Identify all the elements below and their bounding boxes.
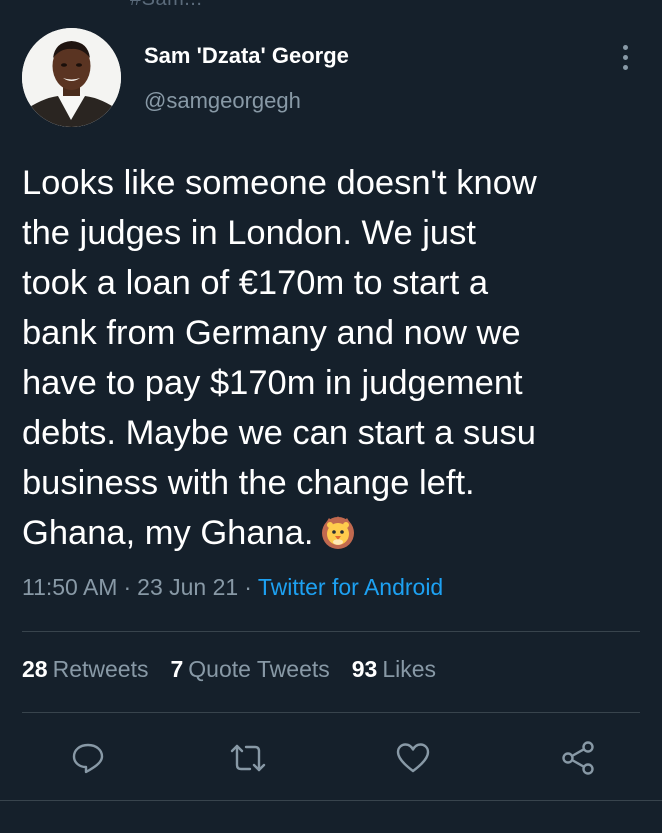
tweet-text-line: Ghana, my Ghana.	[22, 514, 314, 552]
share-button[interactable]	[556, 735, 600, 781]
tweet-source-link[interactable]: Twitter for Android	[258, 574, 443, 600]
divider	[22, 712, 640, 713]
retweets-label: Retweets	[52, 656, 149, 682]
likes-stat[interactable]: 93 Likes	[352, 656, 436, 683]
tweet-date[interactable]: 23 Jun 21	[137, 574, 238, 600]
avatar[interactable]	[22, 28, 121, 127]
tweet-time: 11:50 AM	[22, 574, 118, 600]
tweet-text-last-line: Ghana, my Ghana.	[22, 508, 647, 564]
like-icon	[396, 743, 430, 773]
author-handle[interactable]: @samgeorgegh	[144, 88, 301, 114]
more-dot-icon	[622, 44, 628, 50]
previous-content-text: #Sam...	[130, 0, 202, 11]
divider	[22, 631, 640, 632]
quote-tweets-stat[interactable]: 7 Quote Tweets	[170, 656, 329, 683]
share-icon	[562, 741, 594, 775]
tweet-text-line: business with the change left.	[22, 464, 475, 502]
retweet-button[interactable]	[226, 735, 270, 781]
divider	[0, 800, 662, 801]
retweet-icon	[230, 744, 266, 772]
tweet-text-line: took a loan of €170m to start a	[22, 264, 489, 302]
previous-content-fade: #Sam...	[0, 0, 662, 14]
reply-icon	[72, 743, 104, 774]
more-dot-icon	[622, 54, 628, 60]
meta-separator: ·	[244, 574, 252, 600]
more-options-button[interactable]	[612, 40, 638, 74]
quote-tweets-count: 7	[170, 656, 184, 682]
like-button[interactable]	[391, 735, 435, 781]
tweet-text-line: Looks like someone doesn't know	[22, 164, 537, 202]
tweet-text-line: the judges in London. We just	[22, 214, 476, 252]
tweet-text-line: debts. Maybe we can start a susu	[22, 414, 536, 452]
meta-separator: ·	[123, 574, 132, 600]
more-dot-icon	[622, 64, 628, 70]
lion-face-icon	[320, 514, 356, 564]
tweet-text-line: bank from Germany and now we	[22, 314, 521, 352]
author-display-name[interactable]: Sam 'Dzata' George	[144, 43, 349, 69]
tweet-meta: 11:50 AM · 23 Jun 21 · Twitter for Android	[22, 574, 443, 601]
tweet-text: Looks like someone doesn't know the judg…	[22, 158, 647, 564]
retweets-stat[interactable]: 28 Retweets	[22, 656, 148, 683]
retweets-count: 28	[22, 656, 48, 682]
likes-count: 93	[351, 656, 378, 682]
likes-label: Likes	[382, 656, 437, 682]
reply-button[interactable]	[66, 735, 110, 781]
tweet-text-line: have to pay $170m in judgement	[22, 364, 523, 402]
quote-tweets-label: Quote Tweets	[188, 656, 330, 682]
tweet-stats: 28 Retweets 7 Quote Tweets 93 Likes	[22, 656, 436, 683]
tweet-detail-page: #Sam... Sam 'Dzata' George @samgeorgegh …	[0, 0, 662, 833]
tweet-actions-bar	[0, 735, 662, 785]
